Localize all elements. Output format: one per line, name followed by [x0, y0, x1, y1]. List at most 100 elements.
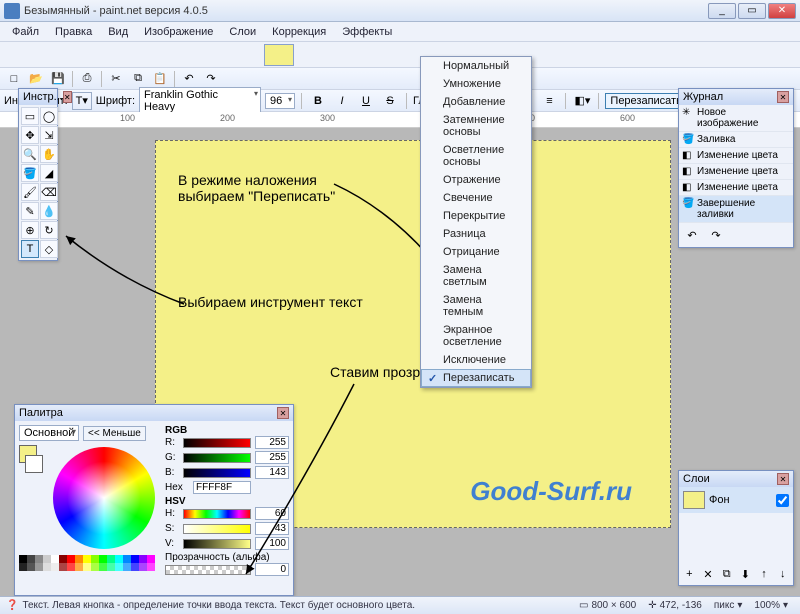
- dd-colordodge[interactable]: Осветление основы: [421, 141, 531, 171]
- b-slider[interactable]: [183, 468, 251, 478]
- palette-panel-close[interactable]: ✕: [277, 407, 289, 419]
- italic-button[interactable]: I: [332, 92, 352, 110]
- open-button[interactable]: 📂: [26, 70, 46, 88]
- h-slider[interactable]: [183, 509, 251, 519]
- dd-difference[interactable]: Разница: [421, 225, 531, 243]
- dd-multiply[interactable]: Умножение: [421, 75, 531, 93]
- dd-negation[interactable]: Отрицание: [421, 243, 531, 261]
- tool-picker[interactable]: 💧: [40, 202, 58, 220]
- history-redo-button[interactable]: ↷: [706, 226, 726, 244]
- alpha-slider[interactable]: [165, 565, 251, 575]
- r-slider[interactable]: [183, 438, 251, 448]
- strike-button[interactable]: S: [380, 92, 400, 110]
- tool-zoom[interactable]: 🔍: [21, 145, 39, 163]
- tool-bucket[interactable]: 🪣: [21, 164, 39, 182]
- underline-button[interactable]: U: [356, 92, 376, 110]
- v-slider[interactable]: [183, 539, 251, 549]
- font-size-combo[interactable]: 96: [265, 93, 295, 109]
- g-input[interactable]: [255, 451, 289, 464]
- h-input[interactable]: [255, 507, 289, 520]
- history-item[interactable]: 🪣Завершение заливки: [679, 196, 793, 223]
- history-item[interactable]: ◧Изменение цвета: [679, 180, 793, 196]
- bold-button[interactable]: B: [308, 92, 328, 110]
- minimize-button[interactable]: _: [708, 3, 736, 19]
- dd-reflect[interactable]: Отражение: [421, 171, 531, 189]
- dd-darken[interactable]: Замена темным: [421, 291, 531, 321]
- menu-view[interactable]: Вид: [100, 24, 136, 40]
- dd-xor[interactable]: Исключение: [421, 351, 531, 369]
- dd-normal[interactable]: Нормальный: [421, 57, 531, 75]
- tool-recolor[interactable]: ↻: [40, 221, 58, 239]
- maximize-button[interactable]: ▭: [738, 3, 766, 19]
- tools-panel-close[interactable]: ✕: [63, 91, 72, 103]
- tool-pencil[interactable]: ✎: [21, 202, 39, 220]
- dd-lighten[interactable]: Замена светлым: [421, 261, 531, 291]
- hex-input[interactable]: [193, 481, 251, 494]
- layer-row[interactable]: Фон: [679, 487, 793, 513]
- dd-glow[interactable]: Свечение: [421, 189, 531, 207]
- menu-layers[interactable]: Слои: [221, 24, 264, 40]
- history-undo-button[interactable]: ↶: [682, 226, 702, 244]
- blend-mode-combo[interactable]: Перезаписать: [605, 93, 689, 109]
- redo-button[interactable]: ↷: [201, 70, 221, 88]
- tool-move[interactable]: ✥: [21, 126, 39, 144]
- tool-eraser[interactable]: ⌫: [40, 183, 58, 201]
- secondary-swatch[interactable]: [25, 455, 43, 473]
- font-combo[interactable]: Franklin Gothic Heavy: [139, 87, 261, 115]
- layer-down-button[interactable]: ↓: [774, 565, 791, 583]
- status-zoom[interactable]: 100%: [754, 600, 780, 611]
- layer-merge-button[interactable]: ⬇: [737, 565, 754, 583]
- status-unit[interactable]: пикс: [714, 600, 735, 611]
- menu-image[interactable]: Изображение: [136, 24, 221, 40]
- tool-brush[interactable]: 🖌: [21, 183, 39, 201]
- new-button[interactable]: □: [4, 70, 24, 88]
- history-panel-close[interactable]: ✕: [777, 91, 789, 103]
- copy-button[interactable]: ⧉: [128, 70, 148, 88]
- tool-gradient[interactable]: ◢: [40, 164, 58, 182]
- layer-visibility-checkbox[interactable]: [776, 494, 789, 507]
- tool-lasso[interactable]: ◯: [40, 107, 58, 125]
- history-item[interactable]: ◧Изменение цвета: [679, 148, 793, 164]
- dd-screen[interactable]: Экранное осветление: [421, 321, 531, 351]
- menu-file[interactable]: Файл: [4, 24, 47, 40]
- cut-button[interactable]: ✂: [106, 70, 126, 88]
- layer-dup-button[interactable]: ⧉: [718, 565, 735, 583]
- history-item[interactable]: 🪣Заливка: [679, 132, 793, 148]
- alpha-input[interactable]: [255, 563, 289, 576]
- tool-text[interactable]: T: [21, 240, 39, 258]
- tool-shapes[interactable]: ◇: [40, 240, 58, 258]
- undo-button[interactable]: ↶: [179, 70, 199, 88]
- v-input[interactable]: [255, 537, 289, 550]
- g-slider[interactable]: [183, 453, 251, 463]
- dd-colorburn[interactable]: Затемнение основы: [421, 111, 531, 141]
- primary-secondary-combo[interactable]: Основной: [19, 425, 79, 441]
- tool-selector[interactable]: T▾: [72, 92, 92, 110]
- layer-delete-button[interactable]: ✕: [700, 565, 717, 583]
- color-wheel[interactable]: [53, 447, 155, 549]
- tool-pan[interactable]: ✋: [40, 145, 58, 163]
- dd-overlay[interactable]: Перекрытие: [421, 207, 531, 225]
- menu-adjust[interactable]: Коррекция: [264, 24, 334, 40]
- dd-add[interactable]: Добавление: [421, 93, 531, 111]
- r-input[interactable]: [255, 436, 289, 449]
- history-item[interactable]: ✳Новое изображение: [679, 105, 793, 132]
- close-button[interactable]: ✕: [768, 3, 796, 19]
- dd-overwrite[interactable]: Перезаписать: [421, 369, 531, 387]
- tool-clone[interactable]: ⊕: [21, 221, 39, 239]
- palette-swatches[interactable]: [19, 555, 159, 571]
- s-input[interactable]: [255, 522, 289, 535]
- align-right-button[interactable]: ≡: [539, 92, 559, 110]
- fill-button[interactable]: ◧▾: [572, 92, 592, 110]
- document-thumbnail[interactable]: [264, 44, 294, 66]
- less-button[interactable]: << Меньше: [83, 426, 146, 441]
- b-input[interactable]: [255, 466, 289, 479]
- menu-effects[interactable]: Эффекты: [334, 24, 400, 40]
- layers-panel-close[interactable]: ✕: [777, 473, 789, 485]
- s-slider[interactable]: [183, 524, 251, 534]
- layer-up-button[interactable]: ↑: [756, 565, 773, 583]
- layer-add-button[interactable]: +: [681, 565, 698, 583]
- tool-move-sel[interactable]: ⇲: [40, 126, 58, 144]
- print-button[interactable]: ⎙: [77, 70, 97, 88]
- tool-rect-select[interactable]: ▭: [21, 107, 39, 125]
- menu-edit[interactable]: Правка: [47, 24, 100, 40]
